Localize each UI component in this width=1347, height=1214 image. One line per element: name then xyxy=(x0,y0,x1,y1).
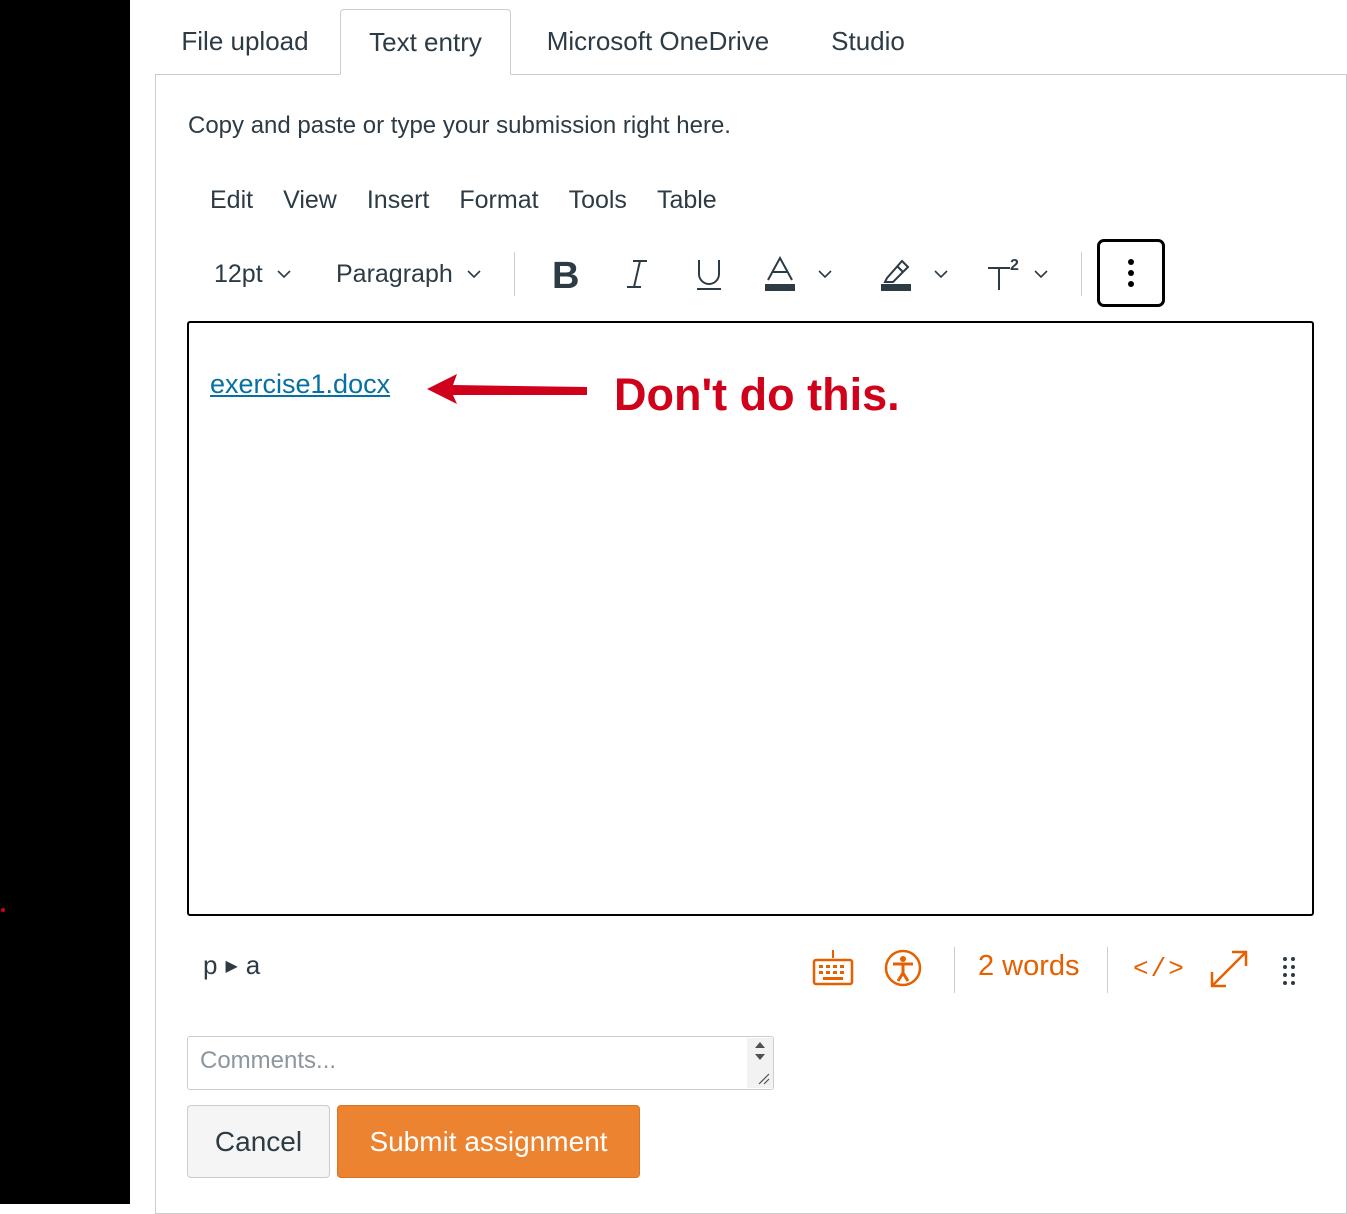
underline-button[interactable] xyxy=(694,236,724,312)
resize-handle-icon[interactable] xyxy=(1282,956,1296,986)
toolbar-divider xyxy=(514,252,515,296)
menu-table[interactable]: Table xyxy=(642,180,732,224)
left-black-border xyxy=(0,0,130,1204)
menu-format[interactable]: Format xyxy=(444,180,553,224)
menu-tools[interactable]: Tools xyxy=(554,180,642,224)
statusbar-divider xyxy=(954,947,955,993)
html-editor-toggle[interactable]: </> xyxy=(1133,954,1186,984)
more-vertical-icon xyxy=(1128,259,1134,287)
chevron-down-icon xyxy=(1034,270,1048,279)
tab-microsoft-onedrive[interactable]: Microsoft OneDrive xyxy=(527,9,789,75)
menu-edit[interactable]: Edit xyxy=(195,180,268,224)
tab-text-entry[interactable]: Text entry xyxy=(340,9,511,75)
path-p[interactable]: p xyxy=(203,950,217,981)
block-format-value: Paragraph xyxy=(336,259,453,288)
annotation-text: Don't do this. xyxy=(614,369,900,420)
tab-file-upload[interactable]: File upload xyxy=(155,9,335,75)
svg-text:2: 2 xyxy=(1010,257,1019,274)
statusbar-divider xyxy=(1107,947,1108,993)
textarea-scroll-resize-icon[interactable] xyxy=(747,1038,773,1088)
submission-tabs: File upload Text entry Microsoft OneDriv… xyxy=(155,9,1347,75)
keyboard-icon[interactable] xyxy=(812,948,854,988)
menu-view[interactable]: View xyxy=(268,180,352,224)
element-path: p ▶ a xyxy=(203,950,260,981)
accessibility-icon[interactable] xyxy=(883,948,923,988)
editor-statusbar: p ▶ a 2 words </> xyxy=(188,940,1314,1000)
text-color-icon xyxy=(765,256,795,291)
chevron-down-icon xyxy=(277,270,291,279)
font-size-value: 12pt xyxy=(214,259,263,288)
more-options-button[interactable] xyxy=(1097,239,1165,307)
superscript-button[interactable]: 2 xyxy=(986,236,1048,312)
rich-text-editor[interactable]: exercise1.docx Don't do this. xyxy=(187,321,1314,916)
svg-text:B: B xyxy=(552,256,579,292)
submit-assignment-button[interactable]: Submit assignment xyxy=(337,1105,640,1178)
chevron-down-icon xyxy=(818,270,832,279)
red-dot xyxy=(1,908,5,912)
block-format-select[interactable]: Paragraph xyxy=(336,236,481,312)
bold-button[interactable]: B xyxy=(548,236,582,312)
font-size-select[interactable]: 12pt xyxy=(214,236,291,312)
underline-icon xyxy=(697,260,721,290)
editor-toolbar: 12pt Paragraph B 2 xyxy=(188,236,1314,312)
chevron-down-icon xyxy=(934,270,948,279)
instructions-text: Copy and paste or type your submission r… xyxy=(188,112,731,139)
menu-insert[interactable]: Insert xyxy=(352,180,445,224)
highlight-color-icon xyxy=(881,259,911,291)
toolbar-divider xyxy=(1081,252,1082,296)
text-color-button[interactable] xyxy=(764,236,832,312)
highlight-color-button[interactable] xyxy=(880,236,948,312)
superscript-icon: 2 xyxy=(988,257,1019,290)
italic-button[interactable] xyxy=(622,236,652,312)
comments-field[interactable] xyxy=(187,1036,774,1090)
cancel-button[interactable]: Cancel xyxy=(187,1105,330,1178)
chevron-down-icon xyxy=(467,270,481,279)
annotation-arrow-icon xyxy=(427,374,587,404)
word-count[interactable]: 2 words xyxy=(978,950,1080,983)
path-a[interactable]: a xyxy=(246,950,260,981)
tab-studio[interactable]: Studio xyxy=(815,9,921,75)
fullscreen-icon[interactable] xyxy=(1208,948,1250,990)
italic-icon xyxy=(627,260,647,288)
bold-icon: B xyxy=(552,256,579,292)
path-separator-icon: ▶ xyxy=(225,957,238,975)
editor-menubar: Edit View Insert Format Tools Table xyxy=(195,180,732,224)
file-link[interactable]: exercise1.docx xyxy=(210,369,390,400)
